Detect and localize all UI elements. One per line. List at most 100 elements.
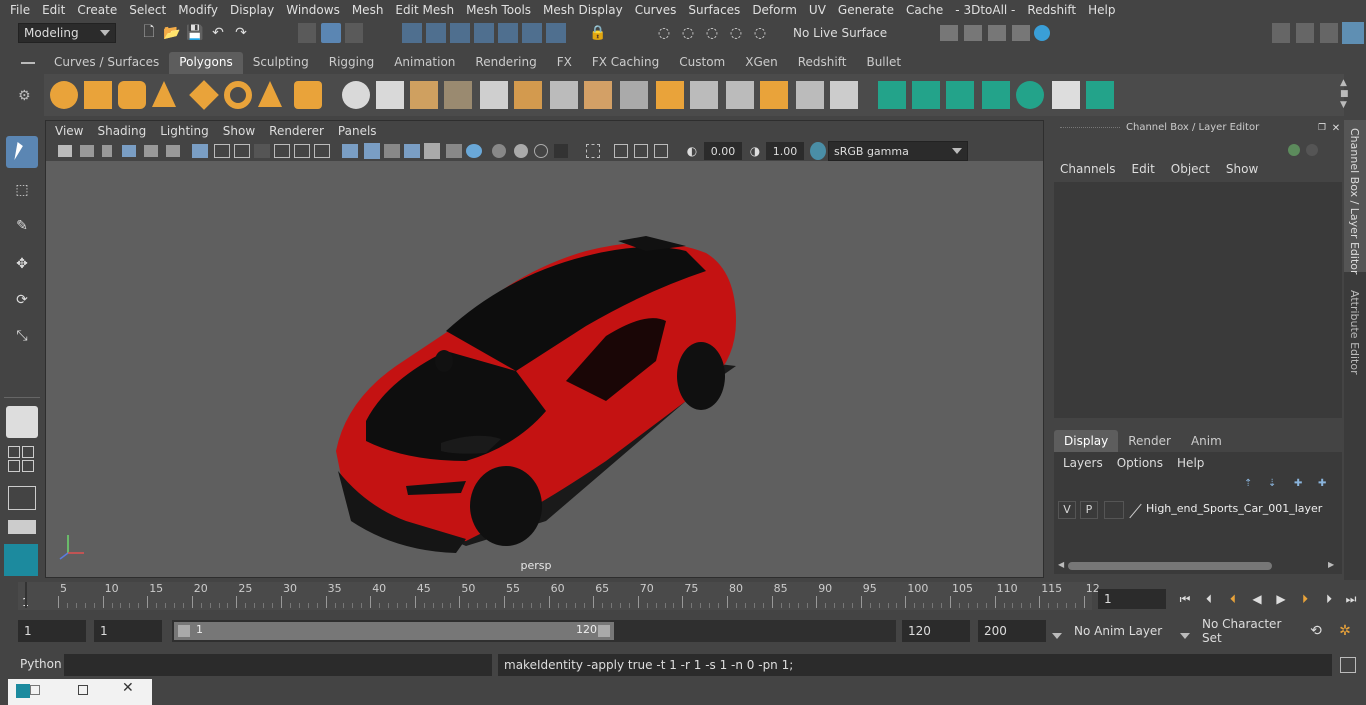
snap-live-icon[interactable] <box>522 23 542 43</box>
select-object-icon[interactable] <box>321 23 341 43</box>
xray-active-icon[interactable] <box>634 144 648 158</box>
poly-cylinder-icon[interactable] <box>118 81 146 109</box>
camera-attributes-icon[interactable] <box>80 145 94 157</box>
layer-tab-render[interactable]: Render <box>1118 430 1181 452</box>
channelbox-menu-channels[interactable]: Channels <box>1052 162 1124 176</box>
layer-playback-toggle[interactable]: P <box>1080 501 1098 519</box>
wedge-icon[interactable] <box>796 81 824 109</box>
poly-cube-icon[interactable] <box>84 81 112 109</box>
go-to-start-icon[interactable]: ⏮ <box>1174 589 1196 609</box>
layer-color-swatch-icon[interactable] <box>1128 502 1142 519</box>
shelf-tab-animation[interactable]: Animation <box>384 52 465 74</box>
shelf-tab-fx-caching[interactable]: FX Caching <box>582 52 669 74</box>
menu-file[interactable]: File <box>4 3 36 17</box>
use-all-lights-icon[interactable] <box>424 143 440 159</box>
menu-uv[interactable]: UV <box>803 3 832 17</box>
shelf-tab-xgen[interactable]: XGen <box>735 52 788 74</box>
snap-grid-icon[interactable] <box>402 23 422 43</box>
scene-end-field[interactable]: 200 <box>978 620 1046 642</box>
viewport-menu-view[interactable]: View <box>48 124 90 138</box>
exposure-field[interactable]: 0.00 <box>704 142 742 160</box>
move-layer-up-icon[interactable]: ⇡ <box>1244 478 1258 490</box>
character-set-dropdown[interactable]: No Character Set <box>1196 617 1298 645</box>
playback-end-field[interactable]: 120 <box>902 620 970 642</box>
magnet-icon[interactable]: ◌ <box>703 23 721 43</box>
anim-prefs-icon[interactable]: ✲ <box>1334 621 1356 641</box>
multi-cut-icon[interactable] <box>550 81 578 109</box>
layer-visibility-toggle[interactable]: V <box>1058 501 1076 519</box>
render-settings-icon[interactable] <box>940 25 958 41</box>
new-layer-icon[interactable]: ✚ <box>1294 478 1308 490</box>
color-space-dropdown[interactable]: sRGB gamma <box>828 141 968 161</box>
automatic-uv-icon[interactable] <box>982 81 1010 109</box>
poly-sphere-icon[interactable] <box>50 81 78 109</box>
range-slider[interactable]: 1 120 <box>172 620 896 642</box>
channelbox-menu-show[interactable]: Show <box>1218 162 1266 176</box>
viewport-menu-renderer[interactable]: Renderer <box>262 124 331 138</box>
current-time-marker[interactable] <box>25 582 27 608</box>
unfold-uv-icon[interactable] <box>1086 81 1114 109</box>
menu-windows[interactable]: Windows <box>280 3 346 17</box>
shelf-tab-sculpting[interactable]: Sculpting <box>243 52 319 74</box>
auto-key-icon[interactable]: ⟲ <box>1306 621 1326 641</box>
four-view-layout-icon[interactable] <box>8 446 36 474</box>
lasso-tool-icon[interactable]: ⬚ <box>6 174 38 206</box>
fill-hole-icon[interactable] <box>690 81 718 109</box>
graph-layout-icon[interactable] <box>8 520 36 534</box>
menu-create[interactable]: Create <box>71 3 123 17</box>
shadows-icon[interactable] <box>446 144 462 158</box>
menu-mesh[interactable]: Mesh <box>346 3 390 17</box>
car-model[interactable] <box>46 161 1043 577</box>
insert-edge-loop-icon[interactable] <box>726 81 754 109</box>
channelbox-menu-edit[interactable]: Edit <box>1124 162 1163 176</box>
lock-icon[interactable]: 🔒 <box>589 23 606 43</box>
mode-dropdown[interactable]: Modeling <box>18 23 116 43</box>
poly-plane-icon[interactable] <box>189 80 219 110</box>
shelf-tab-redshift[interactable]: Redshift <box>788 52 857 74</box>
layer-menu-layers[interactable]: Layers <box>1056 456 1110 470</box>
play-backward-icon[interactable]: ◀ <box>1246 589 1268 609</box>
playback-start-field[interactable]: 1 <box>94 620 162 642</box>
menu-mesh-display[interactable]: Mesh Display <box>537 3 629 17</box>
menu-mesh-tools[interactable]: Mesh Tools <box>460 3 537 17</box>
combine-icon[interactable] <box>342 81 370 109</box>
channelbox-menu-object[interactable]: Object <box>1163 162 1218 176</box>
target-weld-icon[interactable] <box>620 81 648 109</box>
poly-torus-icon[interactable] <box>224 81 252 109</box>
menu-help[interactable]: Help <box>1082 3 1121 17</box>
scroll-left-icon[interactable]: ◀ <box>1058 560 1064 569</box>
menu-cache[interactable]: Cache <box>900 3 949 17</box>
tab-attribute-editor[interactable]: Attribute Editor <box>1344 282 1366 382</box>
restore-window-icon[interactable] <box>30 685 40 695</box>
layer-row[interactable]: V P High_end_Sports_Car_001_layer <box>1058 500 1336 520</box>
paint-select-icon[interactable]: ◌ <box>679 23 697 43</box>
uv-editor-icon[interactable] <box>1052 81 1080 109</box>
grid-toggle-icon[interactable] <box>192 144 208 158</box>
menu-3dtoall[interactable]: - 3DtoAll - <box>949 3 1021 17</box>
rotate-tool-icon[interactable]: ⟳ <box>6 284 38 316</box>
move-layer-down-icon[interactable]: ⇣ <box>1268 478 1282 490</box>
chevron-down-icon[interactable] <box>1052 628 1062 642</box>
workspace-icon[interactable] <box>1272 23 1290 43</box>
image-plane-icon[interactable] <box>122 145 136 157</box>
color-management-icon[interactable] <box>810 142 826 160</box>
bevel-icon[interactable] <box>584 81 612 109</box>
attribute-editor-toggle-icon[interactable] <box>1320 23 1338 43</box>
extrude-icon[interactable] <box>480 81 508 109</box>
soft-select-icon[interactable]: ◌ <box>727 23 745 43</box>
maya-window-icon[interactable] <box>16 684 30 698</box>
layer-tab-display[interactable]: Display <box>1054 430 1119 452</box>
2d-pan-zoom-icon[interactable] <box>166 145 180 157</box>
manipulator-icon[interactable] <box>1288 144 1300 156</box>
menu-edit-mesh[interactable]: Edit Mesh <box>389 3 460 17</box>
modeling-toolkit-icon[interactable] <box>1296 23 1314 43</box>
time-slider[interactable]: 1 51015202530354045505560657075808590951… <box>18 582 1100 610</box>
shelf-tab-curves-surfaces[interactable]: Curves / Surfaces <box>44 52 169 74</box>
grease-pencil-icon[interactable] <box>144 145 158 157</box>
play-forward-icon[interactable]: ▶ <box>1270 589 1292 609</box>
layer-menu-help[interactable]: Help <box>1170 456 1211 470</box>
channel-box-toggle-icon[interactable] <box>1342 22 1364 44</box>
separate-icon[interactable] <box>376 81 404 109</box>
textured-icon[interactable] <box>404 144 420 158</box>
screen-space-ao-icon[interactable] <box>466 144 482 158</box>
